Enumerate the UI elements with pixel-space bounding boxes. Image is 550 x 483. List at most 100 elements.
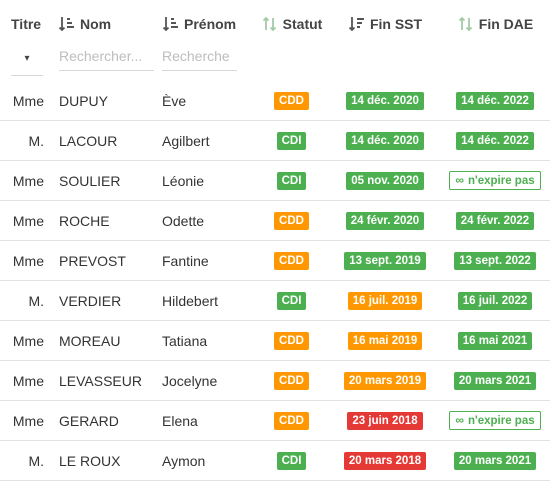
cell-fin-sst: 14 déc. 2020 xyxy=(330,81,440,121)
table-row[interactable]: Mme DUPUY Ève CDD 14 déc. 2020 14 déc. 2022 xyxy=(0,81,550,121)
prenom-search-input[interactable] xyxy=(162,48,237,71)
column-header-fin-sst[interactable]: Fin SST xyxy=(330,0,440,48)
column-header-prenom[interactable]: Prénom xyxy=(162,0,253,48)
dae-date-badge-label: 24 févr. 2022 xyxy=(460,215,530,227)
dae-date-badge-label: 20 mars 2021 xyxy=(458,375,532,387)
sst-date-badge: 14 déc. 2020 xyxy=(346,92,424,110)
column-header-statut[interactable]: Statut xyxy=(253,0,330,48)
column-header-nom[interactable]: Nom xyxy=(52,0,162,48)
cell-fin-dae: 20 mars 2021 xyxy=(440,440,550,481)
table-row[interactable]: Mme PREVOST Fantine CDD 13 sept. 2019 13 sept… xyxy=(0,240,550,281)
titre-text: Mme xyxy=(12,172,44,189)
sort-ascending-icon[interactable] xyxy=(58,15,76,33)
filter-cell-titre: ▾ xyxy=(0,48,52,81)
table-row[interactable]: Mme SOULIER Léonie CDI 05 nov. 2020 ∞ n'expire… xyxy=(0,160,550,201)
table-row[interactable]: Mme LEVASSEUR Jocelyne CDD 20 mars 2019 20 ma… xyxy=(0,360,550,401)
dae-date-badge: ∞ n'expire pas xyxy=(449,411,541,430)
dae-date-badge: 20 mars 2021 xyxy=(453,452,537,470)
cell-statut: CDD xyxy=(253,320,330,361)
status-badge: CDD xyxy=(274,372,309,390)
titre-text: M. xyxy=(28,292,44,309)
prenom-text: Elena xyxy=(162,412,198,429)
filter-row: ▾ xyxy=(0,48,550,81)
cell-statut: CDI xyxy=(253,120,330,161)
sort-ascending-icon[interactable] xyxy=(162,15,180,33)
sst-date-badge-label: 20 mars 2019 xyxy=(348,375,422,387)
nom-text: SOULIER xyxy=(59,172,121,189)
status-badge-label: CDI xyxy=(281,175,302,187)
cell-nom: LEVASSEUR xyxy=(52,360,162,401)
status-badge: CDI xyxy=(276,292,307,310)
sst-date-badge: 16 mai 2019 xyxy=(347,332,423,350)
cell-nom: MOREAU xyxy=(52,320,162,361)
cell-fin-dae: 16 mai 2021 xyxy=(440,320,550,361)
sst-date-badge: 13 sept. 2019 xyxy=(344,252,426,270)
nom-text: LACOUR xyxy=(59,132,118,149)
sort-neutral-icon[interactable] xyxy=(261,15,279,33)
cell-prenom: Elena xyxy=(162,400,253,441)
cell-fin-sst: 24 févr. 2020 xyxy=(330,200,440,241)
sst-date-badge-label: 13 sept. 2019 xyxy=(349,255,421,267)
column-header-fin-dae[interactable]: Fin DAE xyxy=(440,0,550,48)
nom-text: DUPUY xyxy=(59,92,109,109)
cell-prenom: Tatiana xyxy=(162,320,253,361)
nom-text: LEVASSEUR xyxy=(59,372,142,389)
status-badge-label: CDI xyxy=(281,455,302,467)
prenom-text: Jocelyne xyxy=(162,372,218,389)
cell-nom: ROCHE xyxy=(52,200,162,241)
sst-date-badge-label: 16 mai 2019 xyxy=(352,335,418,347)
sst-date-badge-label: 20 mars 2018 xyxy=(348,455,422,467)
dae-date-badge-label: 20 mars 2021 xyxy=(458,455,532,467)
prenom-text: Fantine xyxy=(162,252,209,269)
titre-text: M. xyxy=(28,452,44,469)
sst-date-badge-label: 14 déc. 2020 xyxy=(351,95,419,107)
cell-fin-dae: ∞ n'expire pas xyxy=(440,400,550,441)
sort-neutral-icon[interactable] xyxy=(457,15,475,33)
sort-descending-icon[interactable] xyxy=(348,15,366,33)
titre-text: Mme xyxy=(12,212,44,229)
cell-statut: CDD xyxy=(253,200,330,241)
cell-fin-dae: 20 mars 2021 xyxy=(440,360,550,401)
prenom-text: Léonie xyxy=(162,172,205,189)
status-badge-label: CDD xyxy=(279,375,304,387)
sst-date-badge: 20 mars 2019 xyxy=(343,372,427,390)
table-row[interactable]: M. LACOUR Agilbert CDI 14 déc. 2020 14 déc. 2… xyxy=(0,120,550,161)
status-badge: CDD xyxy=(274,92,309,110)
titre-text: Mme xyxy=(12,92,44,109)
chevron-down-icon: ▾ xyxy=(24,53,30,64)
cell-prenom: Ève xyxy=(162,81,253,121)
dae-date-badge-label: 13 sept. 2022 xyxy=(459,255,531,267)
dae-date-badge: ∞ n'expire pas xyxy=(449,171,541,190)
table-row[interactable]: M. LE ROUX Aymon CDI 20 mars 2018 20 mars 202… xyxy=(0,440,550,481)
table-row[interactable]: Mme GERARD Elena CDD 23 juin 2018 ∞ n'expire p… xyxy=(0,400,550,441)
cell-nom: LACOUR xyxy=(52,120,162,161)
dae-date-badge-label: 16 juil. 2022 xyxy=(462,295,528,307)
cell-nom: SOULIER xyxy=(52,160,162,201)
filter-cell-nom xyxy=(52,48,162,81)
cell-statut: CDD xyxy=(253,360,330,401)
cell-prenom: Léonie xyxy=(162,160,253,201)
cell-fin-sst: 20 mars 2019 xyxy=(330,360,440,401)
dae-date-badge: 16 mai 2021 xyxy=(457,332,533,350)
header-row: Titre Nom Prénom Statut Fin SST Fin DAE xyxy=(0,0,550,48)
column-header-titre[interactable]: Titre xyxy=(0,0,52,48)
titre-filter-select[interactable]: ▾ xyxy=(11,48,43,76)
dae-date-badge: 14 déc. 2022 xyxy=(456,132,534,150)
column-header-label: Fin SST xyxy=(369,16,423,32)
cell-titre: Mme xyxy=(0,81,52,121)
cell-titre: Mme xyxy=(0,320,52,361)
cell-nom: DUPUY xyxy=(52,81,162,121)
cell-statut: CDI xyxy=(253,280,330,321)
cell-fin-sst: 14 déc. 2020 xyxy=(330,120,440,161)
cell-titre: M. xyxy=(0,440,52,481)
cell-fin-sst: 16 mai 2019 xyxy=(330,320,440,361)
table-row[interactable]: Mme MOREAU Tatiana CDD 16 mai 2019 16 mai 202… xyxy=(0,320,550,361)
cell-fin-dae: 24 févr. 2022 xyxy=(440,200,550,241)
nom-search-input[interactable] xyxy=(59,48,154,71)
filter-cell-fin-sst xyxy=(330,48,440,81)
table-row[interactable]: M. VERDIER Hildebert CDI 16 juil. 2019 16 jui… xyxy=(0,280,550,321)
prenom-text: Odette xyxy=(162,212,205,229)
table-row[interactable]: Mme ROCHE Odette CDD 24 févr. 2020 24 févr. 2… xyxy=(0,200,550,241)
cell-prenom: Agilbert xyxy=(162,120,253,161)
cell-fin-dae: 14 déc. 2022 xyxy=(440,81,550,121)
